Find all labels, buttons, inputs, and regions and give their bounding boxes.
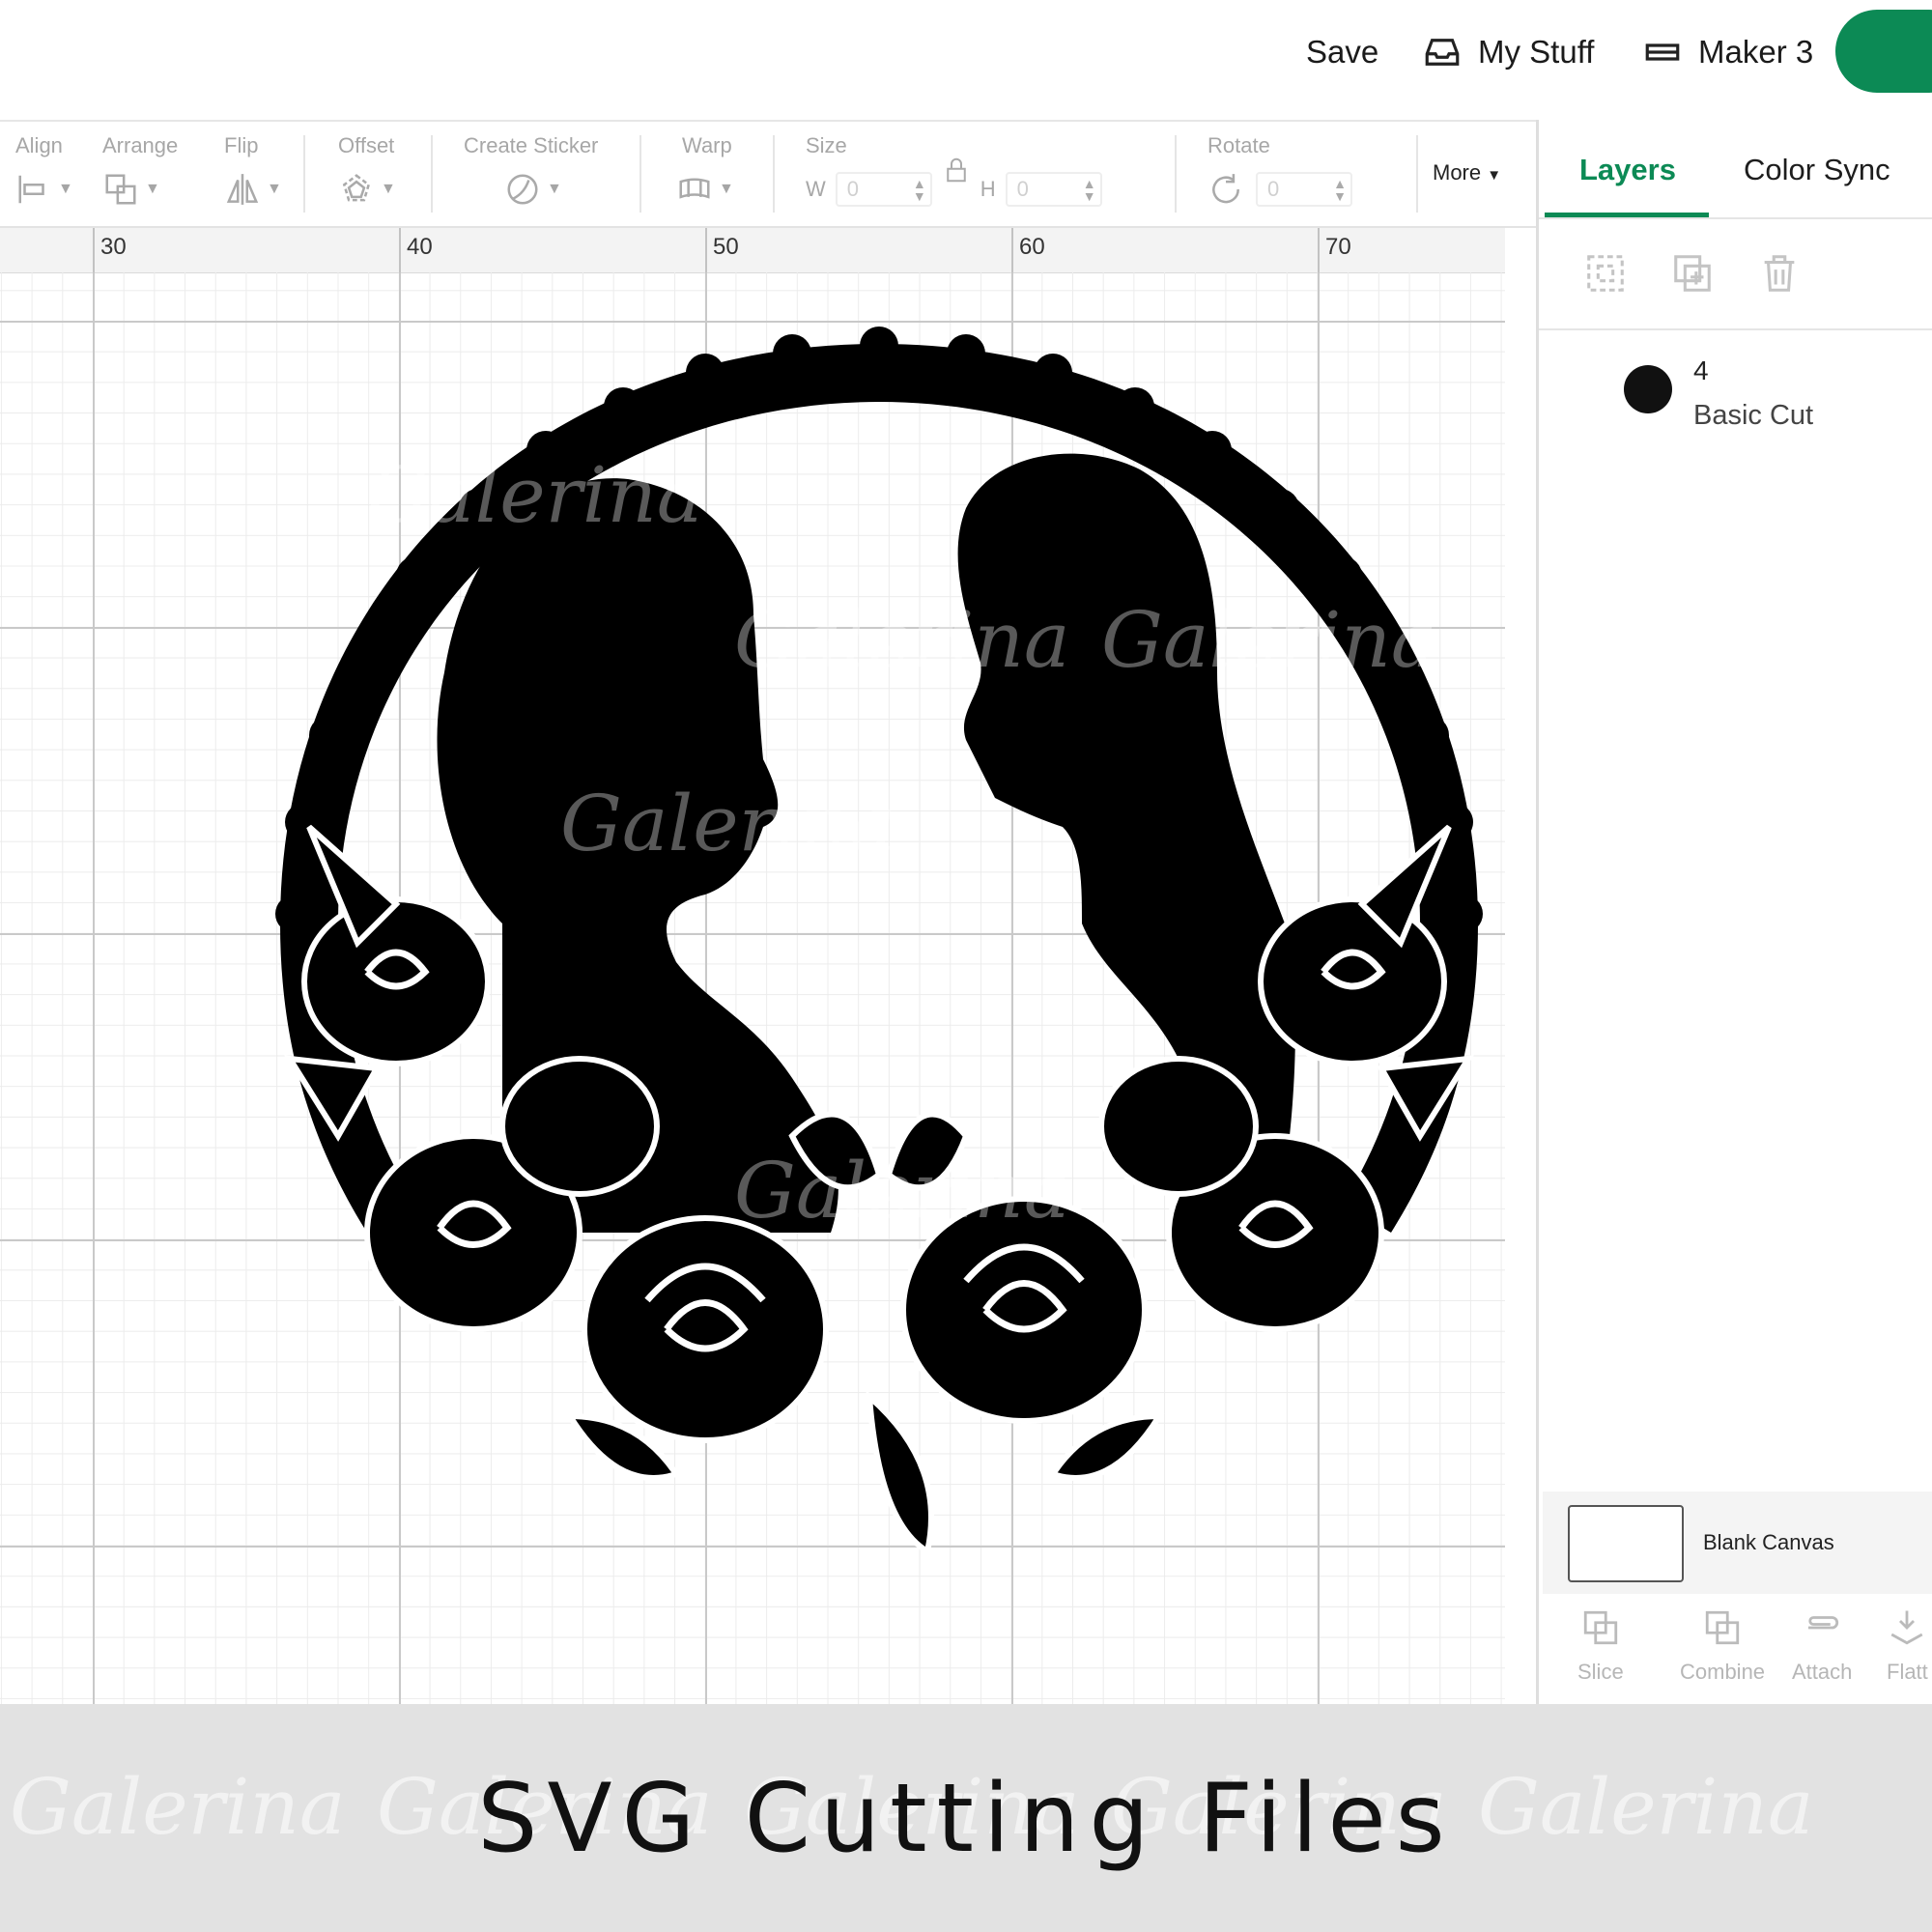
machine-icon: [1645, 43, 1680, 61]
flip-tool[interactable]: Flip ▼: [224, 133, 282, 209]
arrange-label: Arrange: [102, 133, 179, 157]
ruler-label: 30: [100, 234, 127, 260]
tab-color-sync[interactable]: Color Sync: [1744, 153, 1890, 187]
horizontal-ruler: 30 40 50 60 70: [0, 228, 1505, 273]
combine-button[interactable]: Combine: [1680, 1607, 1765, 1685]
combine-icon: [1705, 1610, 1740, 1645]
canvas-swatch[interactable]: [1568, 1505, 1684, 1582]
chevron-down-icon: ▼: [267, 181, 282, 197]
tab-layers[interactable]: Layers: [1579, 153, 1676, 187]
layer-thumbnail: [1624, 365, 1672, 413]
toolbar-divider: [1416, 135, 1418, 213]
chevron-down-icon: ▼: [547, 181, 562, 197]
height-label: H: [980, 177, 996, 201]
divider: [1539, 328, 1932, 330]
chevron-down-icon: ▼: [1487, 167, 1502, 184]
chevron-down-icon: ▼: [145, 181, 160, 197]
watermark-text: Galerina: [560, 779, 896, 868]
watermark-text: Galerina: [734, 1146, 1070, 1236]
align-icon: [18, 175, 44, 204]
flatten-button[interactable]: Flatt: [1887, 1607, 1928, 1685]
slice-button[interactable]: Slice: [1577, 1607, 1624, 1685]
slice-label: Slice: [1577, 1660, 1624, 1684]
stepper-icon: ▲ ▼: [1082, 176, 1096, 204]
size-label: Size: [806, 133, 847, 157]
ruler-label: 40: [407, 234, 433, 260]
create-sticker-tool[interactable]: Create Sticker ▼: [464, 133, 598, 209]
toolbar-divider: [773, 135, 775, 213]
edit-toolbar: Align ▼ Arrange ▼ Flip ▼ Offset ▼ Create…: [0, 122, 1536, 228]
warp-label: Warp: [682, 133, 732, 157]
divider: [1539, 217, 1932, 219]
sticker-icon: [507, 174, 538, 205]
toolbar-divider: [303, 135, 305, 213]
caption-banner: Galerina Galerina Galerina Galerina Gale…: [0, 1704, 1932, 1932]
machine-label: Maker 3: [1698, 34, 1814, 70]
my-stuff-label: My Stuff: [1478, 34, 1595, 70]
flatten-icon: [1890, 1610, 1923, 1645]
my-stuff-button[interactable]: My Stuff: [1422, 25, 1594, 79]
canvas-label: Blank Canvas: [1703, 1530, 1834, 1554]
toolbar-divider: [639, 135, 641, 213]
lock-icon[interactable]: [942, 156, 971, 185]
slice-icon: [1583, 1610, 1617, 1645]
watermark-text: Galerina: [1101, 595, 1437, 685]
paperclip-icon: [1808, 1616, 1839, 1630]
flip-label: Flip: [224, 133, 259, 157]
chevron-down-icon: ▼: [58, 181, 73, 197]
rotate-input[interactable]: 0 ▲ ▼: [1256, 172, 1352, 207]
align-tool[interactable]: Align ▼: [15, 133, 73, 209]
ruler-label: 70: [1325, 234, 1351, 260]
align-label: Align: [15, 133, 63, 157]
save-label: Save: [1306, 34, 1379, 70]
create-sticker-label: Create Sticker: [464, 133, 599, 157]
width-input[interactable]: 0 ▲ ▼: [835, 172, 932, 207]
size-tool: Size W 0 ▲ ▼ H 0 ▲ ▼: [806, 133, 1102, 209]
rotate-tool: Rotate 0 ▲ ▼: [1208, 133, 1352, 209]
delete-icon[interactable]: [1757, 251, 1802, 296]
toolbar-divider: [1175, 135, 1177, 213]
arrange-tool[interactable]: Arrange ▼: [102, 133, 178, 209]
more-menu[interactable]: More ▼: [1433, 160, 1501, 185]
design-canvas[interactable]: 30 40 50 60 70 Galerina Galerina Galerin…: [0, 228, 1505, 1704]
attach-label: Attach: [1792, 1660, 1853, 1684]
toolbar-divider: [431, 135, 433, 213]
caption-text: SVG Cutting Files: [477, 1764, 1455, 1874]
rotate-icon: [1212, 174, 1239, 204]
machine-selector[interactable]: Maker 3: [1642, 25, 1813, 79]
duplicate-icon[interactable]: [1670, 251, 1715, 296]
watermark-text: Galerina: [367, 450, 703, 540]
ruler-label: 50: [713, 234, 739, 260]
group-icon[interactable]: [1583, 251, 1628, 296]
width-label: W: [806, 177, 826, 201]
ruler-label: 60: [1019, 234, 1045, 260]
save-button[interactable]: Save: [1306, 25, 1378, 79]
more-label: More: [1433, 160, 1482, 185]
offset-label: Offset: [338, 133, 395, 157]
flatten-label: Flatt: [1887, 1660, 1928, 1684]
layer-operation: Basic Cut: [1693, 400, 1814, 431]
top-bar: Save My Stuff Maker 3: [0, 0, 1932, 122]
offset-tool[interactable]: Offset ▼: [338, 133, 396, 209]
attach-button[interactable]: Attach: [1792, 1607, 1852, 1685]
layer-name: 4: [1693, 355, 1709, 385]
arrange-icon: [105, 174, 136, 205]
inbox-icon: [1425, 39, 1460, 66]
stepper-icon: ▲ ▼: [912, 176, 926, 204]
make-it-button[interactable]: [1835, 10, 1932, 93]
flip-icon: [226, 174, 259, 205]
warp-icon: [679, 178, 710, 199]
offset-icon: [342, 174, 371, 202]
chevron-down-icon: ▼: [381, 181, 396, 197]
combine-label: Combine: [1680, 1660, 1766, 1684]
layers-panel: Layers Color Sync 4 Basic Cut Blank Canv…: [1536, 120, 1932, 1704]
watermark-text: Galerina: [734, 595, 1070, 685]
chevron-down-icon: ▼: [719, 181, 734, 197]
stepper-icon: ▲ ▼: [1333, 176, 1347, 204]
rotate-label: Rotate: [1208, 133, 1270, 157]
warp-tool[interactable]: Warp ▼: [676, 133, 734, 209]
height-input[interactable]: 0 ▲ ▼: [1005, 172, 1102, 207]
